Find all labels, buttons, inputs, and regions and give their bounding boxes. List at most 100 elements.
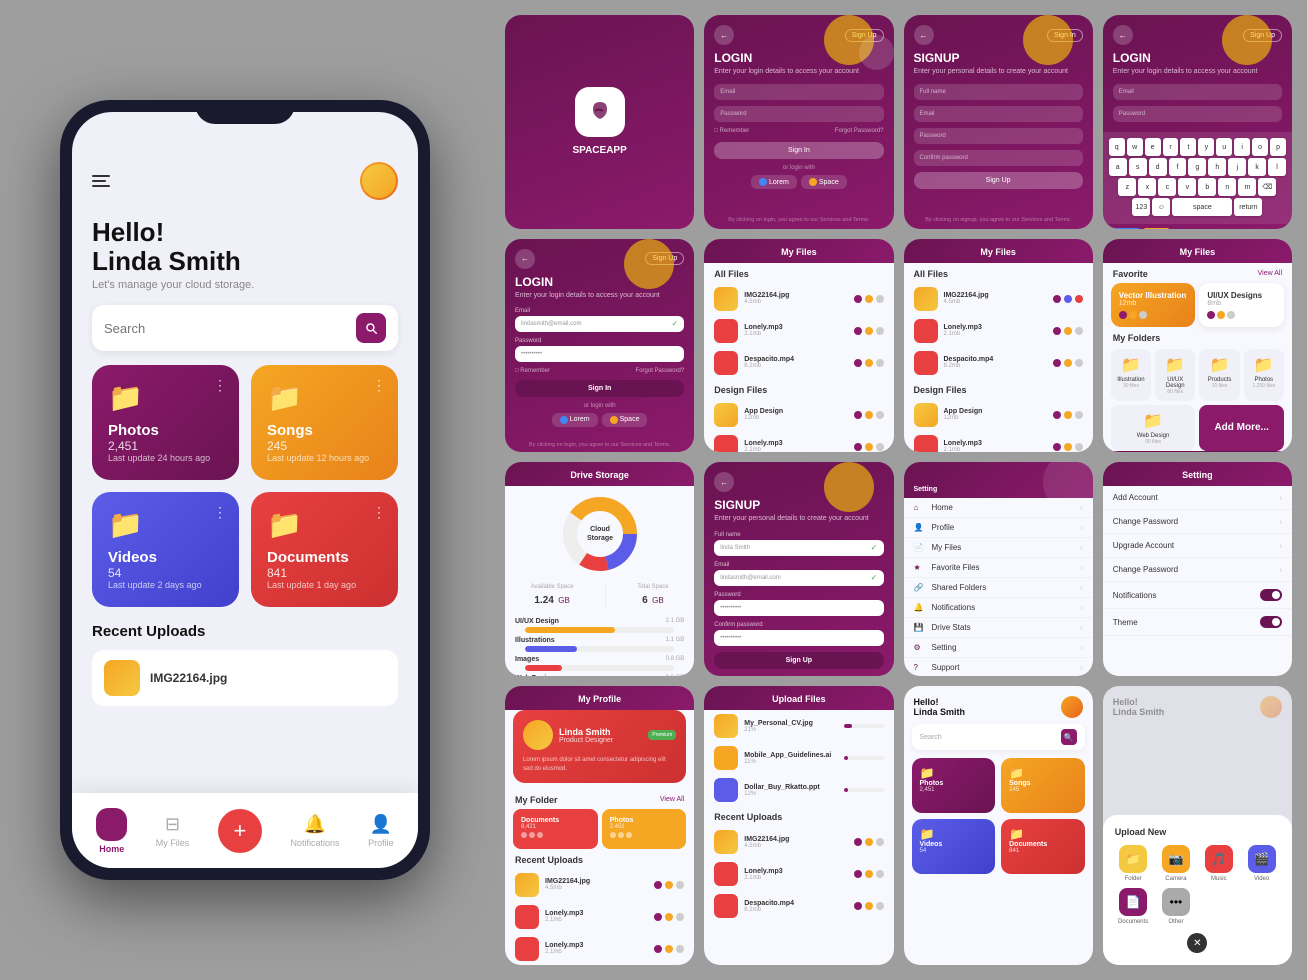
setting-change-pw2[interactable]: Change Password › (1103, 558, 1292, 582)
password-su2[interactable]: •••••••••• (714, 600, 883, 616)
nav-profile[interactable]: 👤 Profile (368, 814, 394, 848)
folder-illustration[interactable]: 📁 Illustration 30 files (1111, 349, 1151, 401)
notifications-toggle[interactable] (1260, 589, 1282, 601)
folder-dots-documents[interactable]: ⋮ (372, 504, 386, 521)
upload-camera[interactable]: 📷 Camera (1158, 845, 1195, 882)
key-t[interactable]: t (1180, 138, 1196, 156)
menu-support[interactable]: ? Support › (904, 658, 1093, 676)
menu-favorites[interactable]: ★ Favorite Files › (904, 558, 1093, 578)
key-return[interactable]: return (1234, 198, 1262, 216)
theme-toggle[interactable] (1260, 616, 1282, 628)
menu-home[interactable]: ⌂ Home › (904, 498, 1093, 518)
key-w[interactable]: w (1127, 138, 1143, 156)
key-f[interactable]: f (1169, 158, 1187, 176)
profile-folder-photos[interactable]: Photos 2,451 (602, 809, 687, 849)
recent-upload-3[interactable]: Despacito.mp48.2mb (704, 890, 893, 922)
back-button-signup[interactable]: ← (914, 25, 934, 45)
key-r[interactable]: r (1163, 138, 1179, 156)
file-lonely-4[interactable]: Lonely.mp32.1mb (904, 431, 1093, 453)
key-g[interactable]: g (1188, 158, 1206, 176)
upload-docs[interactable]: 📄 Documents (1115, 888, 1152, 925)
sign-in-btn-pf[interactable]: Sign In (515, 380, 684, 397)
menu-notifications[interactable]: 🔔 Notifications › (904, 598, 1093, 618)
file-lonely-3[interactable]: Lonely.mp32.1mb (904, 315, 1093, 347)
file-app-design[interactable]: App Design12mb (704, 399, 893, 431)
hamburger-menu[interactable] (92, 175, 110, 187)
recent-upload-2[interactable]: Lonely.mp32.1mb (704, 858, 893, 890)
key-b[interactable]: b (1198, 178, 1216, 196)
nav-my-files[interactable]: ⊟ My Files (156, 814, 190, 848)
key-delete[interactable]: ⌫ (1258, 178, 1276, 196)
key-123[interactable]: 123 (1132, 198, 1150, 216)
fullname-field[interactable]: Full name (914, 84, 1083, 100)
nav-upload[interactable]: + (218, 809, 262, 853)
key-c[interactable]: c (1158, 178, 1176, 196)
file-despacito-2[interactable]: Despacito.mp48.2mb (904, 347, 1093, 379)
key-a[interactable]: a (1109, 158, 1127, 176)
upload-video[interactable]: 🎬 Video (1243, 845, 1280, 882)
upload-file-2[interactable]: Mobile_App_Guidelines.ai11% (704, 742, 893, 774)
fullname-prefilled[interactable]: linda Smith ✓ (714, 540, 883, 556)
password-prefilled[interactable]: •••••••••• (515, 346, 684, 362)
file-img22164-2[interactable]: IMG22164.jpg4.5mb (904, 283, 1093, 315)
confirm-su2[interactable]: •••••••••• (714, 630, 883, 646)
key-z[interactable]: z (1118, 178, 1136, 196)
password-field[interactable]: Password (714, 106, 883, 122)
file-despacito[interactable]: Despacito.mp48.2mb (704, 347, 893, 379)
search-input[interactable] (104, 321, 356, 336)
menu-profile[interactable]: 👤 Profile › (904, 518, 1093, 538)
key-l[interactable]: l (1268, 158, 1286, 176)
key-e[interactable]: e (1145, 138, 1161, 156)
email-prefilled[interactable]: lindasmith@email.com ✓ (515, 316, 684, 332)
menu-setting[interactable]: ⚙ Setting › (904, 638, 1093, 658)
confirm-field[interactable]: Confirm password (914, 150, 1083, 166)
fav-card-vector[interactable]: Vector Illustration 12mb (1111, 283, 1196, 327)
folder-products[interactable]: 📁 Products 10 files (1199, 349, 1239, 401)
back-button[interactable]: ← (714, 25, 734, 45)
setting-theme[interactable]: Theme (1103, 609, 1292, 636)
folder-card-photos[interactable]: ⋮ 📁 Photos 2,451 Last update 24 hours ag… (92, 365, 239, 480)
key-i[interactable]: i (1234, 138, 1250, 156)
sign-up-button[interactable]: Sign Up (914, 172, 1083, 189)
file-lonely-2[interactable]: Lonely.mp32.1mb (704, 431, 893, 453)
password-field-s[interactable]: Password (914, 128, 1083, 144)
key-h[interactable]: h (1208, 158, 1226, 176)
key-p[interactable]: p (1270, 138, 1286, 156)
menu-myfiles[interactable]: 📄 My Files › (904, 538, 1093, 558)
file-lonely[interactable]: Lonely.mp32.1mb (704, 315, 893, 347)
email-field-s[interactable]: Email (914, 106, 1083, 122)
folder-web[interactable]: 📁 Web Design 90 files (1111, 405, 1196, 451)
folder-dots-songs[interactable]: ⋮ (372, 377, 386, 394)
key-d[interactable]: d (1149, 158, 1167, 176)
sign-in-button[interactable]: Sign In (714, 142, 883, 159)
profile-folder-docs[interactable]: Documents 8,421 (513, 809, 598, 849)
upgrade-bar-fav[interactable]: Upgrade Account$11/year ★ (1103, 451, 1292, 453)
folder-photos[interactable]: 📁 Photos 1,200 files (1244, 349, 1284, 401)
nav-notifications[interactable]: 🔔 Notifications (291, 814, 340, 848)
folder-card-documents[interactable]: ⋮ 📁 Documents 841 Last update 1 day ago (251, 492, 398, 607)
upload-folder[interactable]: 📁 Folder (1115, 845, 1152, 882)
back-btn-kb[interactable]: ← (1113, 25, 1133, 45)
folder-card-videos[interactable]: ⋮ 📁 Videos 54 Last update 2 days ago (92, 492, 239, 607)
file-app-design-2[interactable]: App Design12mb (904, 399, 1093, 431)
key-n[interactable]: n (1218, 178, 1236, 196)
key-x[interactable]: x (1138, 178, 1156, 196)
recent-upload-1[interactable]: IMG22164.jpg4.5mb (704, 826, 893, 858)
search-button[interactable] (356, 313, 386, 343)
social-lorem-pf[interactable]: Lorem (552, 413, 598, 427)
profile-file-3[interactable]: Lonely.mp32.1mb (505, 933, 694, 965)
key-space[interactable]: space (1172, 198, 1232, 216)
back-btn-su2[interactable]: ← (714, 472, 734, 492)
menu-drive[interactable]: 💾 Drive Stats › (904, 618, 1093, 638)
email-field[interactable]: Email (714, 84, 883, 100)
folder-add-more[interactable]: Add More... (1199, 405, 1284, 451)
setting-upgrade[interactable]: Upgrade Account › (1103, 534, 1292, 558)
file-item[interactable]: IMG22164.jpg (92, 650, 398, 706)
fav-card-uiux[interactable]: UI/UX Designs 8mb (1199, 283, 1284, 327)
avatar[interactable] (360, 162, 398, 200)
upload-music[interactable]: 🎵 Music (1200, 845, 1237, 882)
folder-dots-videos[interactable]: ⋮ (213, 504, 227, 521)
key-emoji[interactable]: ☺ (1152, 198, 1170, 216)
key-y[interactable]: y (1198, 138, 1214, 156)
folder-dots-photos[interactable]: ⋮ (213, 377, 227, 394)
